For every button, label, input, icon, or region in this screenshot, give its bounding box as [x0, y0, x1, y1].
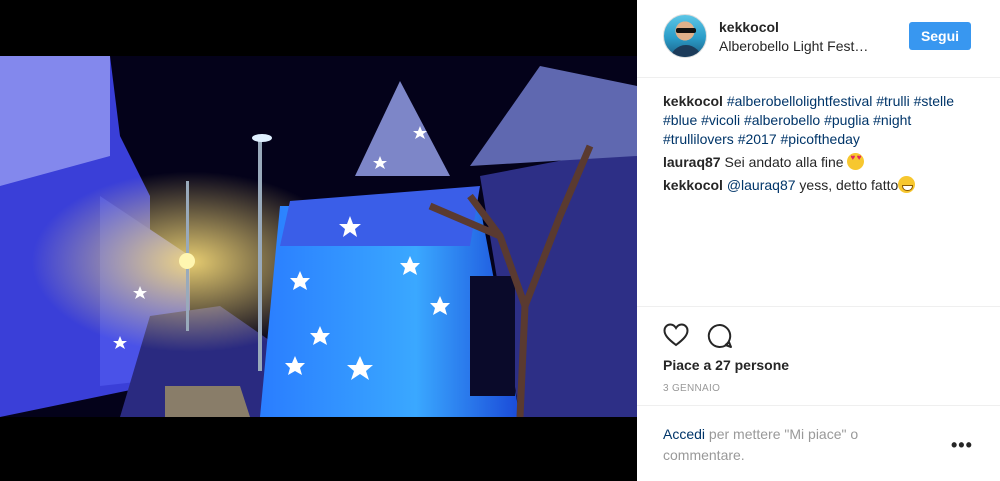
comment-item: kekkocol @lauraq87 yess, detto fatto [663, 176, 983, 195]
comment-item: lauraq87 Sei andato alla fine [663, 153, 983, 172]
login-prompt: Accedi per mettere "Mi piace" o commenta… [663, 424, 923, 466]
post-location[interactable]: Alberobello Light Fest… [719, 38, 894, 54]
comment-text: yess, detto fatto [795, 177, 899, 193]
post-date: 3 GENNAIO [663, 383, 721, 394]
grinning-emoji-icon [898, 176, 916, 193]
more-options-icon[interactable]: ••• [951, 436, 972, 454]
photo-viewer [0, 0, 637, 481]
avatar-glasses [676, 28, 696, 33]
heart-icon[interactable] [663, 323, 689, 347]
follow-button[interactable]: Segui [909, 22, 971, 50]
post-photo-illustration [0, 56, 637, 417]
post-username[interactable]: kekkocol [719, 19, 779, 35]
comment-icon[interactable] [707, 323, 733, 349]
comment-username[interactable]: lauraq87 [663, 154, 721, 170]
comment-text: Sei andato alla fine [724, 154, 844, 170]
post-side-panel: kekkocol Alberobello Light Fest… Segui k… [637, 0, 1000, 481]
comment-mention[interactable]: @lauraq87 [727, 177, 796, 193]
comments-list: kekkocol #alberobellolightfestival #trul… [663, 92, 983, 199]
avatar-shirt [670, 45, 702, 57]
comment-caption: kekkocol #alberobellolightfestival #trul… [663, 92, 983, 149]
comment-username[interactable]: kekkocol [663, 93, 723, 109]
post-photo[interactable] [0, 56, 637, 417]
login-link[interactable]: Accedi [663, 426, 705, 442]
comment-username[interactable]: kekkocol [663, 177, 723, 193]
likes-count[interactable]: Piace a 27 persone [663, 357, 789, 373]
post-footer: Accedi per mettere "Mi piace" o commenta… [637, 405, 1000, 481]
post-header: kekkocol Alberobello Light Fest… Segui [637, 0, 1000, 78]
heart-eyes-emoji-icon [847, 153, 865, 170]
avatar[interactable] [663, 14, 707, 58]
post-actions: Piace a 27 persone 3 GENNAIO [637, 306, 1000, 410]
